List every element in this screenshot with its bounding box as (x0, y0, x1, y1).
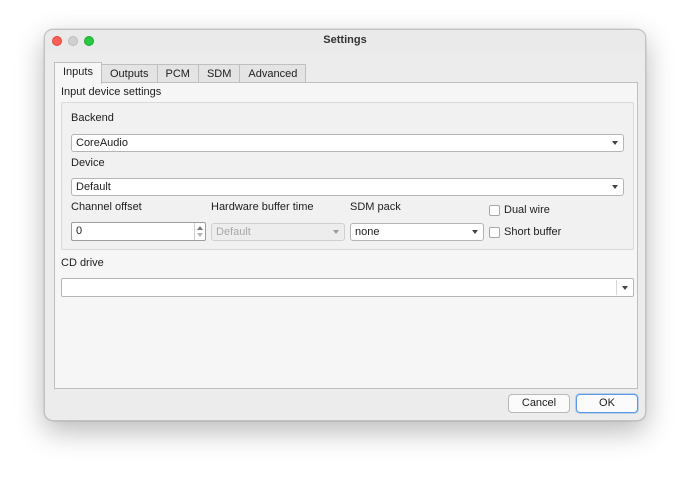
short-buffer-label: Short buffer (504, 226, 562, 238)
stepper-buttons[interactable] (194, 223, 205, 240)
inputs-pane: Input device settings Backend CoreAudio … (54, 82, 638, 389)
chevron-down-icon (472, 230, 478, 234)
chevron-down-icon (612, 141, 618, 145)
tab-sdm[interactable]: SDM (198, 64, 241, 84)
device-value: Default (76, 181, 111, 193)
backend-label: Backend (71, 112, 114, 124)
cancel-button[interactable]: Cancel (508, 394, 570, 413)
short-buffer-checkbox[interactable] (489, 227, 500, 238)
sdm-pack-value: none (355, 226, 380, 238)
cd-drive-label: CD drive (61, 257, 104, 269)
title-bar[interactable]: Settings (45, 30, 645, 52)
settings-window: Settings Inputs Outputs PCM SDM Advanced… (44, 29, 646, 421)
cd-drive-combobox[interactable] (61, 278, 634, 297)
stepper-up-icon[interactable] (197, 226, 203, 230)
hardware-buffer-label: Hardware buffer time (211, 201, 314, 213)
chevron-down-icon (612, 185, 618, 189)
backend-select[interactable]: CoreAudio (71, 134, 624, 152)
chevron-down-icon (333, 230, 339, 234)
channel-offset-value: 0 (76, 225, 83, 237)
stepper-down-icon[interactable] (197, 233, 203, 237)
window-title: Settings (323, 34, 367, 46)
channel-offset-spinbox[interactable]: 0 (71, 222, 206, 241)
tab-inputs[interactable]: Inputs (54, 62, 102, 84)
hardware-buffer-select[interactable]: Default (211, 223, 345, 241)
hardware-buffer-value: Default (216, 226, 251, 238)
input-device-group: Backend CoreAudio Device Default Channel… (61, 102, 634, 250)
combo-divider (616, 280, 617, 295)
backend-value: CoreAudio (76, 137, 128, 149)
dual-wire-label: Dual wire (504, 204, 550, 216)
ok-button[interactable]: OK (576, 394, 638, 413)
sdm-pack-label: SDM pack (350, 201, 401, 213)
channel-offset-label: Channel offset (71, 201, 142, 213)
tab-advanced[interactable]: Advanced (240, 64, 307, 84)
tab-outputs[interactable]: Outputs (101, 64, 158, 84)
input-device-settings-title: Input device settings (61, 86, 162, 98)
device-select[interactable]: Default (71, 178, 624, 196)
tab-bar: Inputs Outputs PCM SDM Advanced (54, 62, 307, 84)
tab-pcm[interactable]: PCM (157, 64, 199, 84)
dual-wire-checkbox[interactable] (489, 205, 500, 216)
chevron-down-icon[interactable] (622, 286, 628, 290)
device-label: Device (71, 157, 105, 169)
sdm-pack-select[interactable]: none (350, 223, 484, 241)
